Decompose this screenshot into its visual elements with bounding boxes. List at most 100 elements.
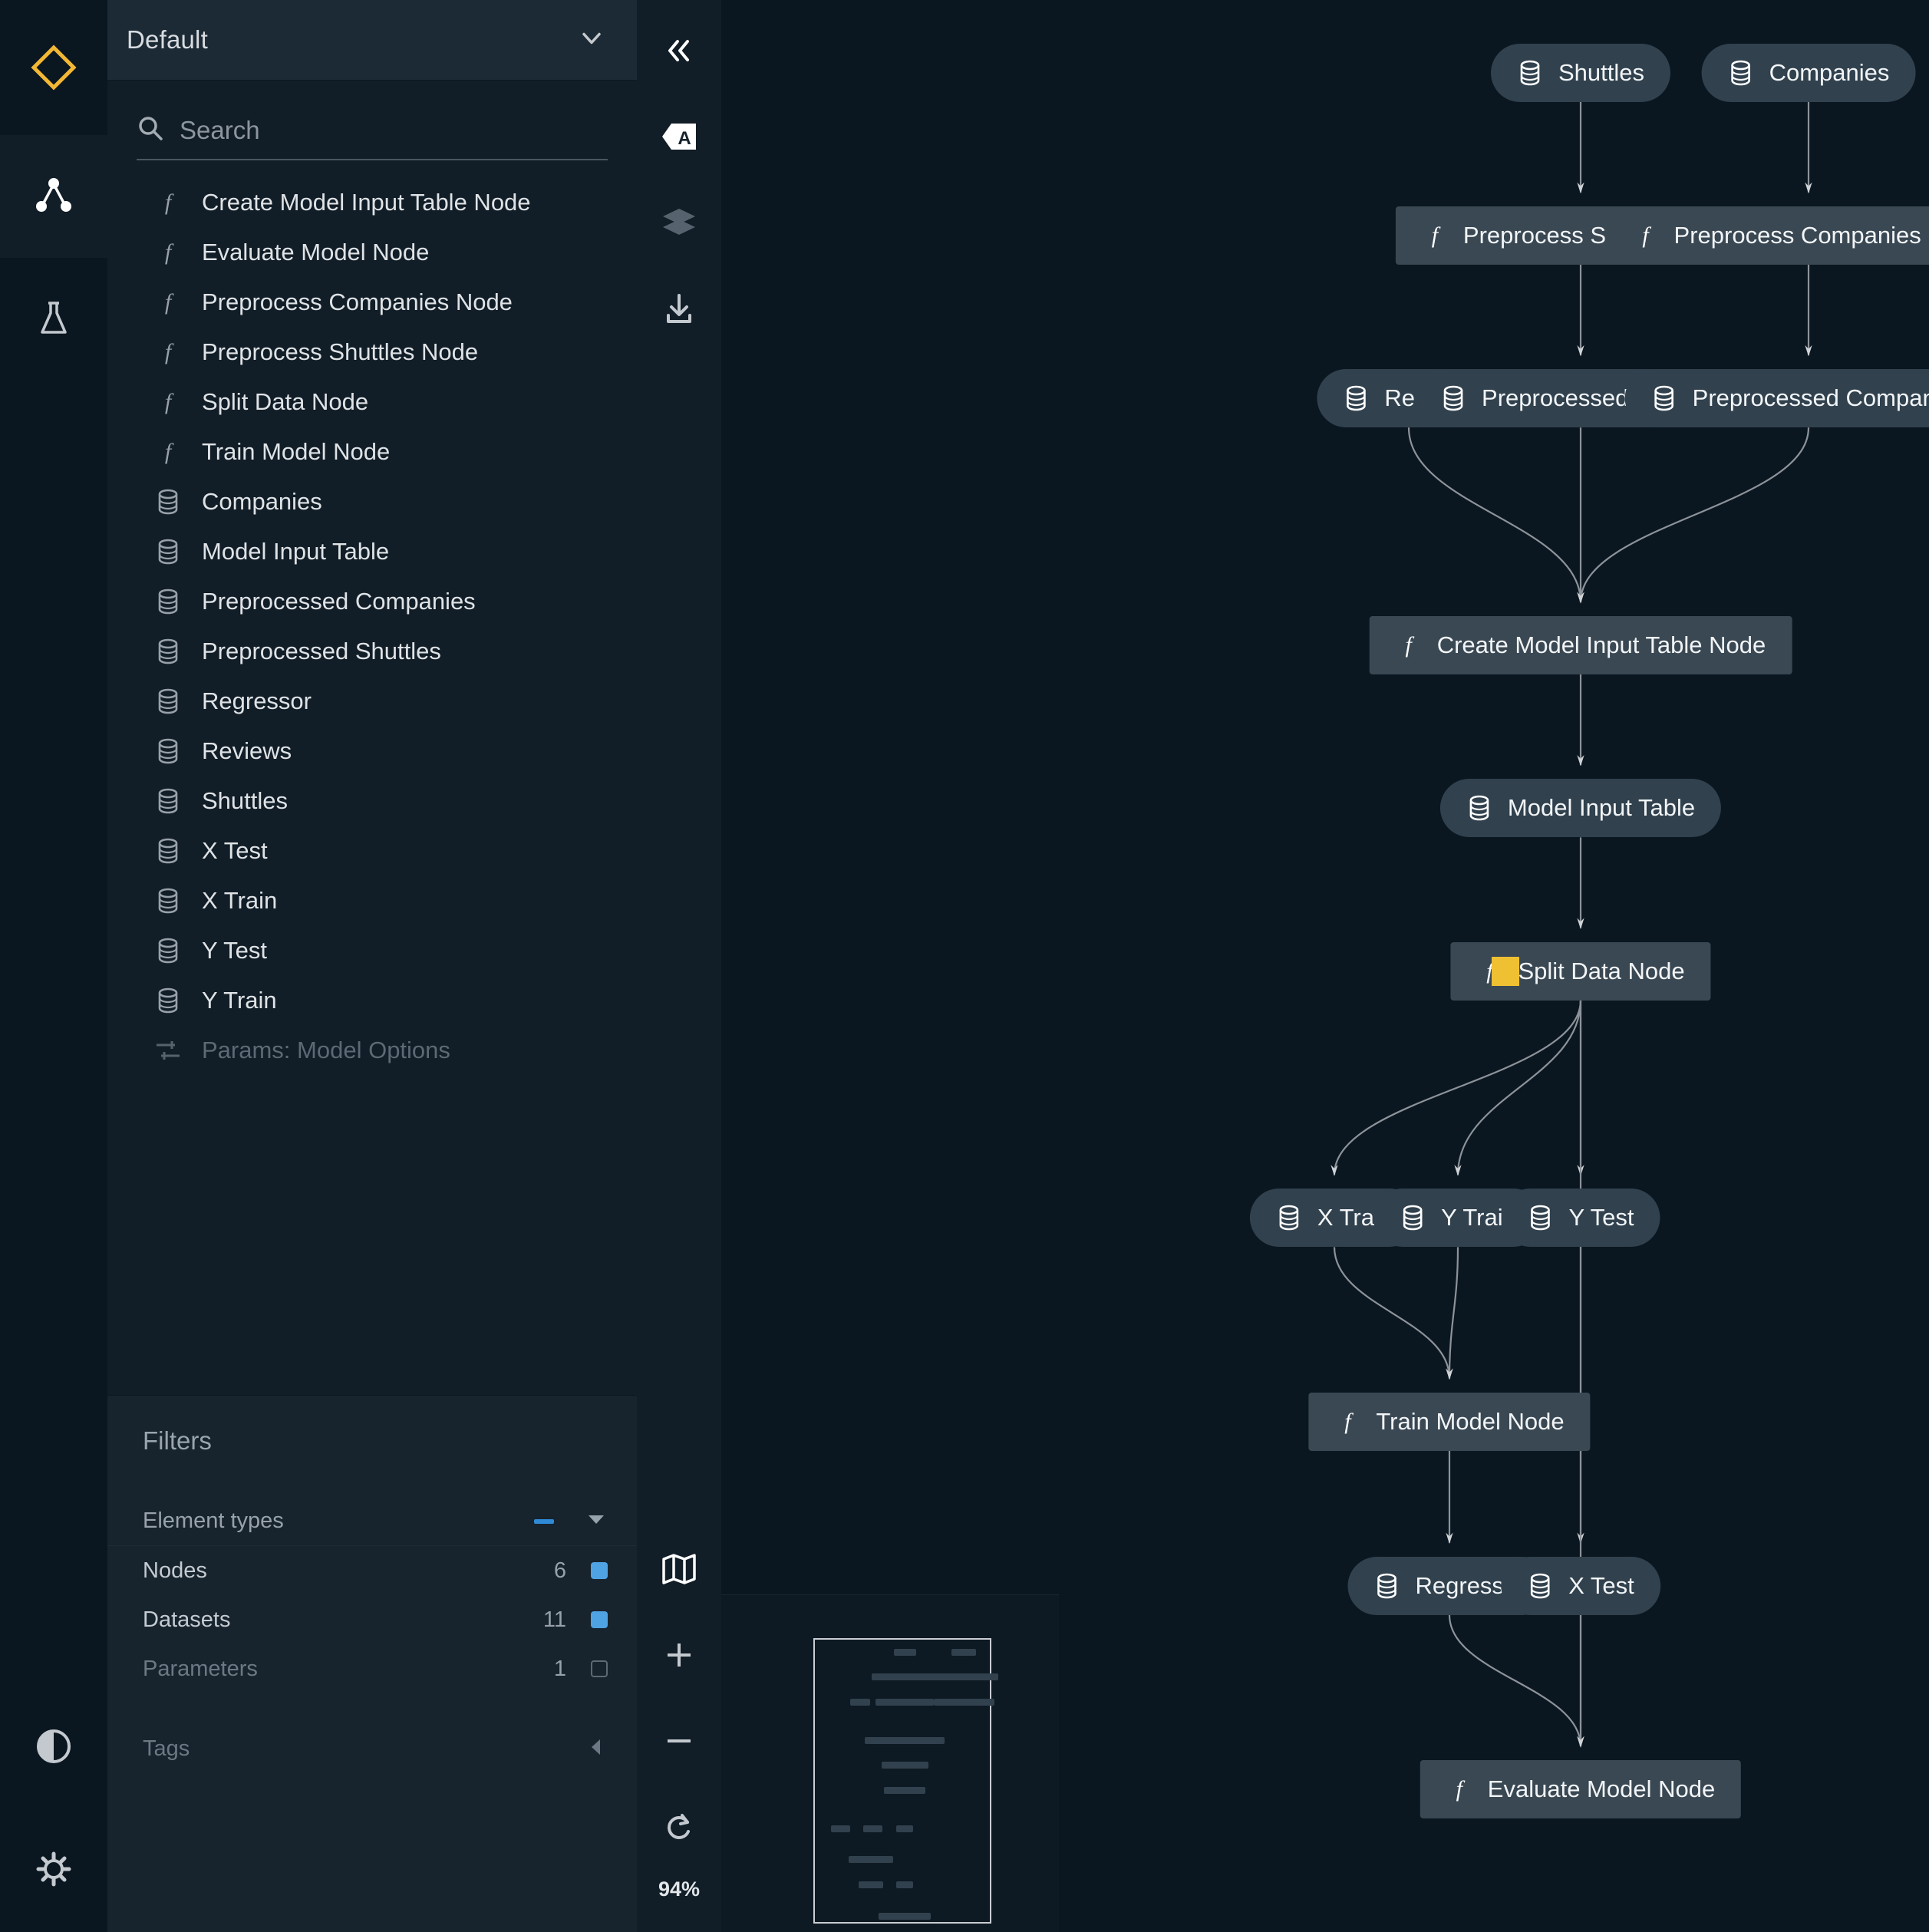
flowchart-node-label: Split Data Node — [1518, 957, 1685, 984]
rail-item-experiments[interactable] — [0, 258, 107, 381]
function-icon: f — [155, 389, 181, 415]
filter-row-checkbox[interactable] — [591, 1562, 608, 1579]
element-list-item[interactable]: Y Test — [107, 925, 637, 975]
parameters-indicator[interactable] — [1492, 956, 1519, 986]
element-list-item[interactable]: X Train — [107, 875, 637, 925]
function-icon: f — [155, 439, 181, 465]
element-list-item[interactable]: f Evaluate Model Node — [107, 227, 637, 277]
zoom-in-button[interactable] — [637, 1614, 721, 1700]
flowchart-node[interactable]: f Preprocess Companies Node — [1606, 206, 1929, 265]
filter-row-count: 11 — [542, 1607, 566, 1632]
label-a-icon: A — [661, 120, 697, 157]
element-list-item[interactable]: Companies — [107, 476, 637, 526]
element-list-item-label: X Train — [202, 886, 278, 914]
flowchart-node[interactable]: Shuttles — [1490, 43, 1671, 102]
plus-icon — [662, 1638, 696, 1676]
sidebar: Default f Create Model Input Table Node f E… — [107, 0, 637, 1932]
element-list-item[interactable]: f Preprocess Shuttles Node — [107, 327, 637, 377]
toggle-layers-button[interactable] — [637, 181, 721, 267]
element-list-item-label: Companies — [202, 487, 322, 515]
flowchart-node[interactable]: Model Input Table — [1439, 779, 1722, 838]
element-list-item-label: Y Test — [202, 936, 268, 964]
toggle-minimap-button[interactable] — [637, 1528, 721, 1614]
indeterminate-dash-icon[interactable] — [534, 1518, 554, 1524]
zoom-out-button[interactable] — [637, 1700, 721, 1785]
export-graph-button[interactable] — [637, 267, 721, 353]
zoom-level-label: 94% — [658, 1878, 701, 1901]
filter-group-tags[interactable]: Tags — [107, 1724, 637, 1773]
rail-item-flowchart[interactable] — [0, 135, 107, 258]
element-types-label: Element types — [143, 1508, 284, 1533]
contrast-theme-icon — [35, 1727, 73, 1769]
dataset-icon — [1374, 1573, 1400, 1599]
pipeline-selector[interactable]: Default — [107, 0, 637, 81]
element-list-item[interactable]: f Train Model Node — [107, 427, 637, 476]
element-list-item[interactable]: f Create Model Input Table Node — [107, 177, 637, 227]
minimap-node — [862, 1825, 883, 1832]
element-list-item-label: Reviews — [202, 737, 292, 764]
dataset-icon — [155, 788, 181, 814]
collapse-sidebar-button[interactable] — [637, 9, 721, 95]
double-chevron-left-icon — [662, 34, 696, 71]
parameters-icon — [155, 1037, 181, 1063]
element-list-item[interactable]: Reviews — [107, 726, 637, 776]
flowchart-node-label: Y Test — [1568, 1204, 1634, 1231]
flowchart-node[interactable]: f Create Model Input Table Node — [1369, 615, 1792, 674]
flowchart-node[interactable]: Preprocessed Companies — [1624, 369, 1929, 428]
element-list-item[interactable]: Y Train — [107, 975, 637, 1025]
function-icon: f — [155, 339, 181, 365]
filter-row-label: Nodes — [143, 1558, 207, 1583]
flowchart-node-label: Shuttles — [1558, 58, 1645, 86]
filter-row[interactable]: Datasets 11 — [107, 1595, 637, 1644]
dataset-icon — [1728, 60, 1754, 86]
filter-row[interactable]: Parameters 1 — [107, 1644, 637, 1693]
toggle-labels-button[interactable]: A — [637, 95, 721, 181]
dataset-icon — [1276, 1205, 1302, 1231]
element-list-item[interactable]: Params: Model Options — [107, 1025, 637, 1075]
flowchart-node[interactable]: f Split Data Node — [1450, 941, 1711, 1001]
minimap-viewport[interactable] — [813, 1638, 999, 1924]
filter-row-checkbox[interactable] — [591, 1611, 608, 1628]
download-icon — [661, 291, 697, 330]
kedro-diamond-logo — [0, 0, 107, 135]
element-list-item[interactable]: f Preprocess Companies Node — [107, 277, 637, 327]
element-list-item[interactable]: Regressor — [107, 676, 637, 726]
filter-row[interactable]: Nodes 6 — [107, 1546, 637, 1595]
flowchart-canvas[interactable]: Shuttles Companies f Preprocess Shuttles No… — [721, 0, 1929, 1932]
rail-item-settings[interactable] — [0, 1809, 107, 1932]
dataset-icon — [1400, 1205, 1426, 1231]
flowchart-node-label: Model Input Table — [1507, 794, 1696, 822]
filter-group-element-types[interactable]: Element types — [107, 1497, 637, 1546]
function-icon: f — [155, 190, 181, 216]
minimap[interactable] — [721, 1594, 1059, 1932]
chevron-left-icon[interactable] — [585, 1736, 608, 1762]
search-input[interactable] — [180, 115, 608, 145]
element-list-item[interactable]: f Split Data Node — [107, 377, 637, 427]
reset-zoom-button[interactable] — [637, 1785, 721, 1871]
flowchart-node-label: Train Model Node — [1376, 1407, 1565, 1435]
chevron-down-icon[interactable] — [585, 1508, 608, 1535]
kedro-viz-app: Default fCreate Model Input Table NodefE… — [0, 0, 1929, 1932]
flowchart-node[interactable]: Y Test — [1501, 1189, 1660, 1248]
function-icon: f — [1446, 1776, 1472, 1802]
function-icon: f — [155, 239, 181, 265]
search-row — [137, 114, 608, 160]
flowchart-node[interactable]: f Evaluate Model Node — [1420, 1760, 1742, 1819]
toolbar-bottom-group: 94% — [637, 1528, 721, 1932]
flowchart-node-label: Preprocess Companies Node — [1673, 221, 1929, 249]
flowchart-node[interactable]: X Test — [1501, 1556, 1660, 1615]
rail-item-theme-toggle[interactable] — [0, 1686, 107, 1809]
dataset-icon — [1527, 1573, 1553, 1599]
element-list-item[interactable]: Preprocessed Companies — [107, 576, 637, 626]
flowchart-node[interactable]: f Train Model Node — [1308, 1392, 1591, 1451]
minimap-node — [884, 1787, 926, 1795]
element-list-item[interactable]: Shuttles — [107, 776, 637, 826]
element-list-item[interactable]: X Test — [107, 826, 637, 875]
filter-row-checkbox[interactable] — [591, 1660, 608, 1677]
svg-text:f: f — [1456, 1776, 1466, 1802]
flask-icon — [34, 298, 74, 341]
flowchart-node[interactable]: Companies — [1701, 43, 1916, 102]
element-list-item[interactable]: Preprocessed Shuttles — [107, 626, 637, 676]
dataset-icon — [155, 938, 181, 964]
element-list-item[interactable]: Model Input Table — [107, 526, 637, 576]
